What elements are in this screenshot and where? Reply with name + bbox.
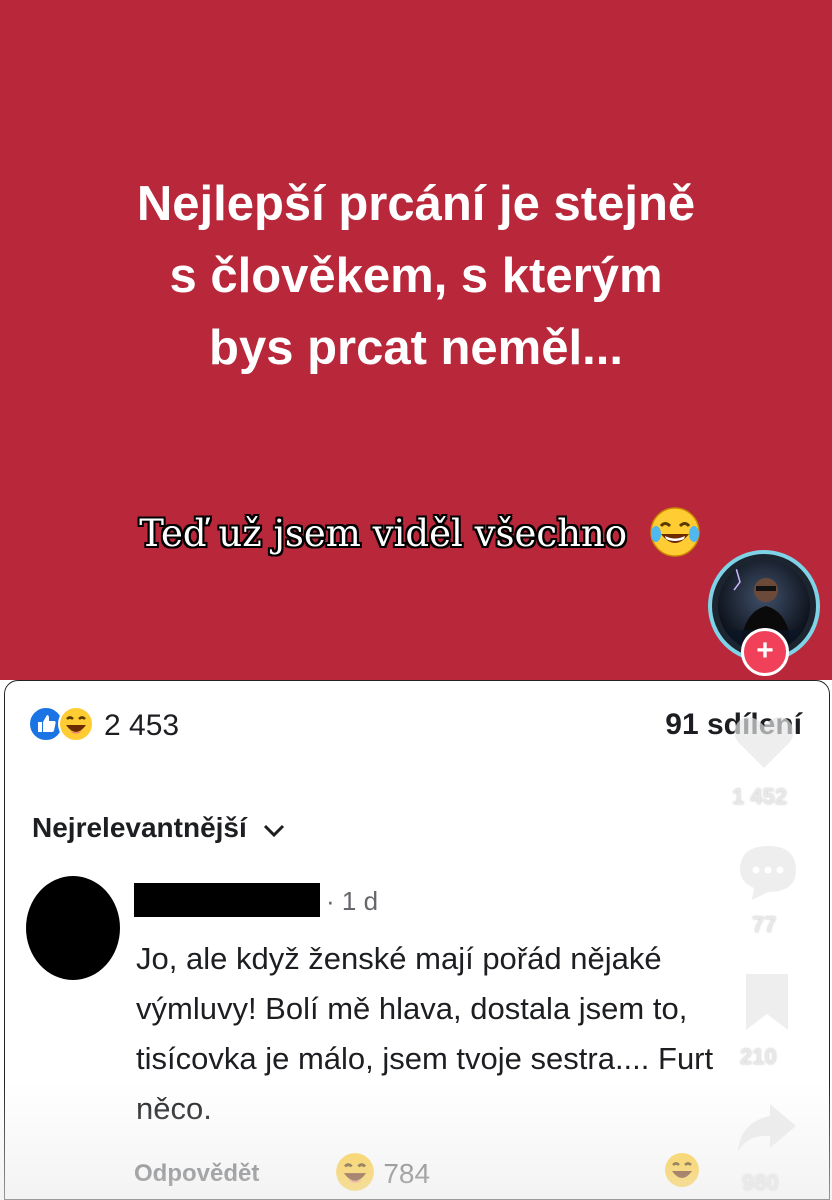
shares-overlay-count: 980 [742,1170,779,1195]
post-image: Nejlepší prcání je stejně s člověkem, s … [0,0,832,680]
comment-body: Jo, ale když ženské mají pořád nějaké vý… [136,941,714,1126]
sort-label: Nejrelevantnější [32,812,247,843]
reaction-count: 2 453 [104,709,180,742]
headline-line: Nejlepší prcání je stejně [136,177,696,231]
comment-sort-dropdown[interactable]: Nejrelevantnější [32,812,285,846]
commenter-name-redacted[interactable] [134,883,320,917]
headline-line: s člověkem, s kterým [169,249,663,303]
haha-icon[interactable] [335,1152,375,1197]
likes-count: 1 452 [732,784,788,809]
heart-icon[interactable] [732,712,796,777]
reaction-summary[interactable]: 2 453 [28,704,179,748]
commenter-avatar[interactable] [26,876,120,980]
follow-plus-icon[interactable]: + [741,628,789,676]
haha-icon[interactable] [664,1152,700,1193]
headline-line: bys prcat neměl... [209,321,623,375]
laughing-tears-icon [649,506,701,567]
video-caption: Teď už jsem viděl všechno [120,506,720,567]
share-arrow-icon[interactable] [734,1100,798,1161]
chevron-down-icon [263,814,285,846]
post-headline: Nejlepší prcání je stejně s člověkem, s … [60,168,772,384]
reply-button[interactable]: Odpovědět [134,1160,259,1188]
comment-bubble-icon[interactable] [736,842,800,907]
comment-actions: Odpovědět 784 [134,1152,430,1196]
bookmark-icon[interactable] [740,970,794,1039]
comment-timestamp: · 1 d [326,886,379,916]
caption-text: Teď už jsem viděl všechno [139,512,628,555]
comments-count: 77 [752,912,777,937]
saves-count: 210 [740,1044,777,1069]
haha-icon [58,705,94,747]
comment-reaction-count: 784 [383,1158,431,1189]
